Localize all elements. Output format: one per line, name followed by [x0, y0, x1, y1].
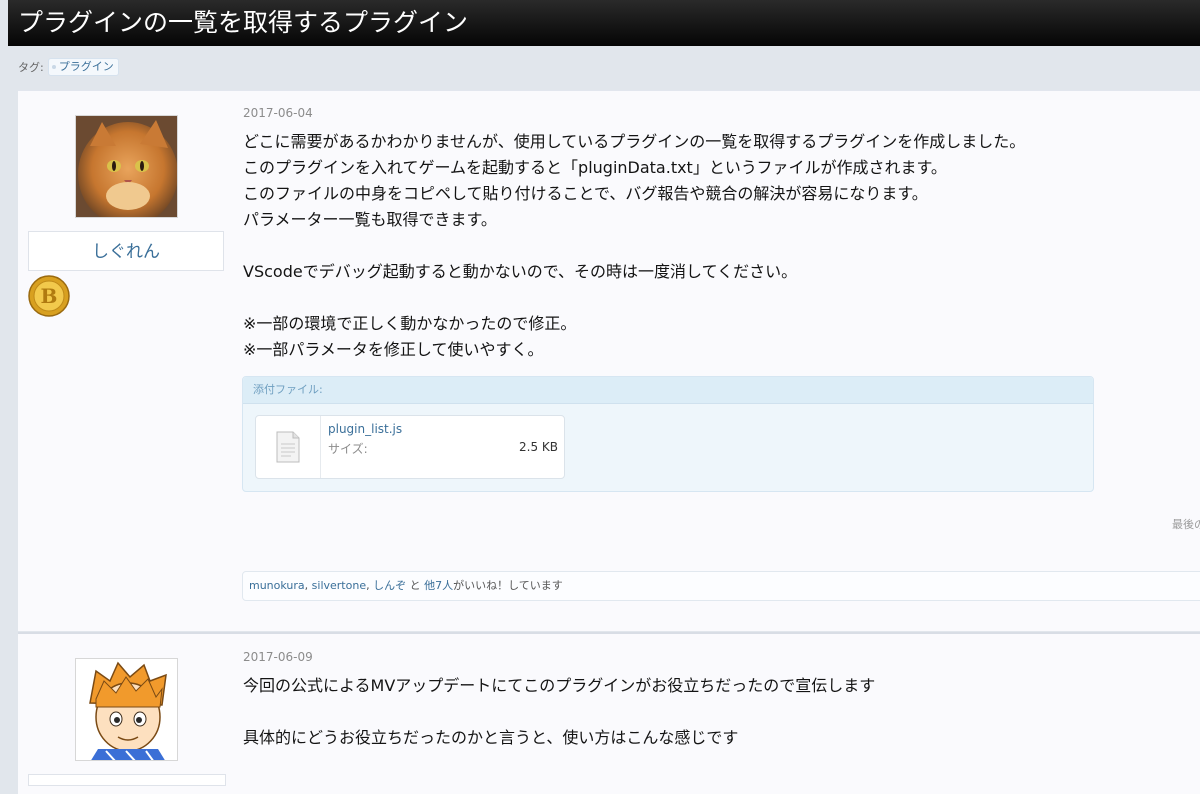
svg-text:B: B	[41, 284, 58, 308]
file-thumbnail[interactable]	[256, 416, 321, 478]
document-icon	[276, 431, 300, 463]
post-line: VScodeでデバッグ起動すると動かないので、その時は一度消してください。	[243, 262, 798, 281]
post-date: 2017-06-04	[243, 106, 313, 120]
likes-suffix: がいいね！しています	[453, 579, 563, 592]
username-box-partial	[28, 774, 226, 786]
post-body: 今回の公式によるMVアップデートにてこのプラグインがお役立ちだったので宣伝します…	[243, 673, 1143, 751]
file-name-link[interactable]: plugin_list.js	[328, 422, 402, 436]
tag-chip-plugin[interactable]: プラグイン	[47, 58, 119, 76]
post-line: 具体的にどうお役立ちだったのかと言うと、使い方はこんな感じです	[243, 728, 739, 747]
file-size-value: 2.5 KB	[519, 440, 558, 454]
like-others-link[interactable]: 他7人	[424, 579, 453, 592]
avatar[interactable]	[75, 115, 178, 218]
post-line: ※一部の環境で正しく動かなかったので修正。	[243, 314, 577, 333]
like-user-link[interactable]: しんぞ	[373, 579, 406, 592]
tag-row: タグ: プラグイン	[18, 58, 119, 76]
like-user-link[interactable]: munokura	[249, 579, 305, 592]
separator: ,	[304, 579, 312, 592]
attachments-header: 添付ファイル:	[243, 377, 1093, 404]
post-line: パラメーター一覧も取得できます。	[243, 210, 497, 229]
file-size-label: サイズ:	[328, 442, 368, 456]
avatar[interactable]	[75, 658, 178, 761]
boy-avatar-icon	[76, 659, 177, 760]
last-edit-label: 最後の	[1172, 518, 1200, 531]
cat-avatar-icon	[76, 116, 177, 217]
attachments-box: 添付ファイル: plugin_list.js サイズ: 2.5 KB	[242, 376, 1094, 492]
post-line: ※一部パラメータを修正して使いやすく。	[243, 340, 544, 359]
and-text: と	[406, 579, 425, 592]
post-line: どこに需要があるかわかりませんが、使用しているプラグインの一覧を取得するプラグイ…	[243, 132, 1026, 151]
post-1: しぐれん B 2017-06-04 どこに需要があるかわかりませんが、使用してい…	[18, 90, 1200, 631]
post-2: 2017-06-09 今回の公式によるMVアップデートにてこのプラグインがお役立…	[18, 632, 1200, 794]
likes-bar: munokura, silvertone, しんぞ と 他7人がいいね！していま…	[242, 571, 1200, 601]
tag-label: タグ:	[18, 61, 44, 74]
attachment-item[interactable]: plugin_list.js サイズ: 2.5 KB	[255, 415, 565, 479]
post-line: このファイルの中身をコピペして貼り付けることで、バグ報告や競合の解決が容易になり…	[243, 184, 928, 203]
post-body: どこに需要があるかわかりませんが、使用しているプラグインの一覧を取得するプラグイ…	[243, 129, 1143, 363]
trophy-badge-icon[interactable]: B	[28, 275, 70, 317]
post-line: このプラグインを入れてゲームを起動すると「pluginData.txt」というフ…	[243, 158, 947, 177]
thread-title: プラグインの一覧を取得するプラグイン	[8, 0, 1200, 46]
post-date: 2017-06-09	[243, 650, 313, 664]
post-line: 今回の公式によるMVアップデートにてこのプラグインがお役立ちだったので宣伝します	[243, 676, 876, 695]
like-user-link[interactable]: silvertone	[312, 579, 366, 592]
username[interactable]: しぐれん	[28, 231, 224, 271]
